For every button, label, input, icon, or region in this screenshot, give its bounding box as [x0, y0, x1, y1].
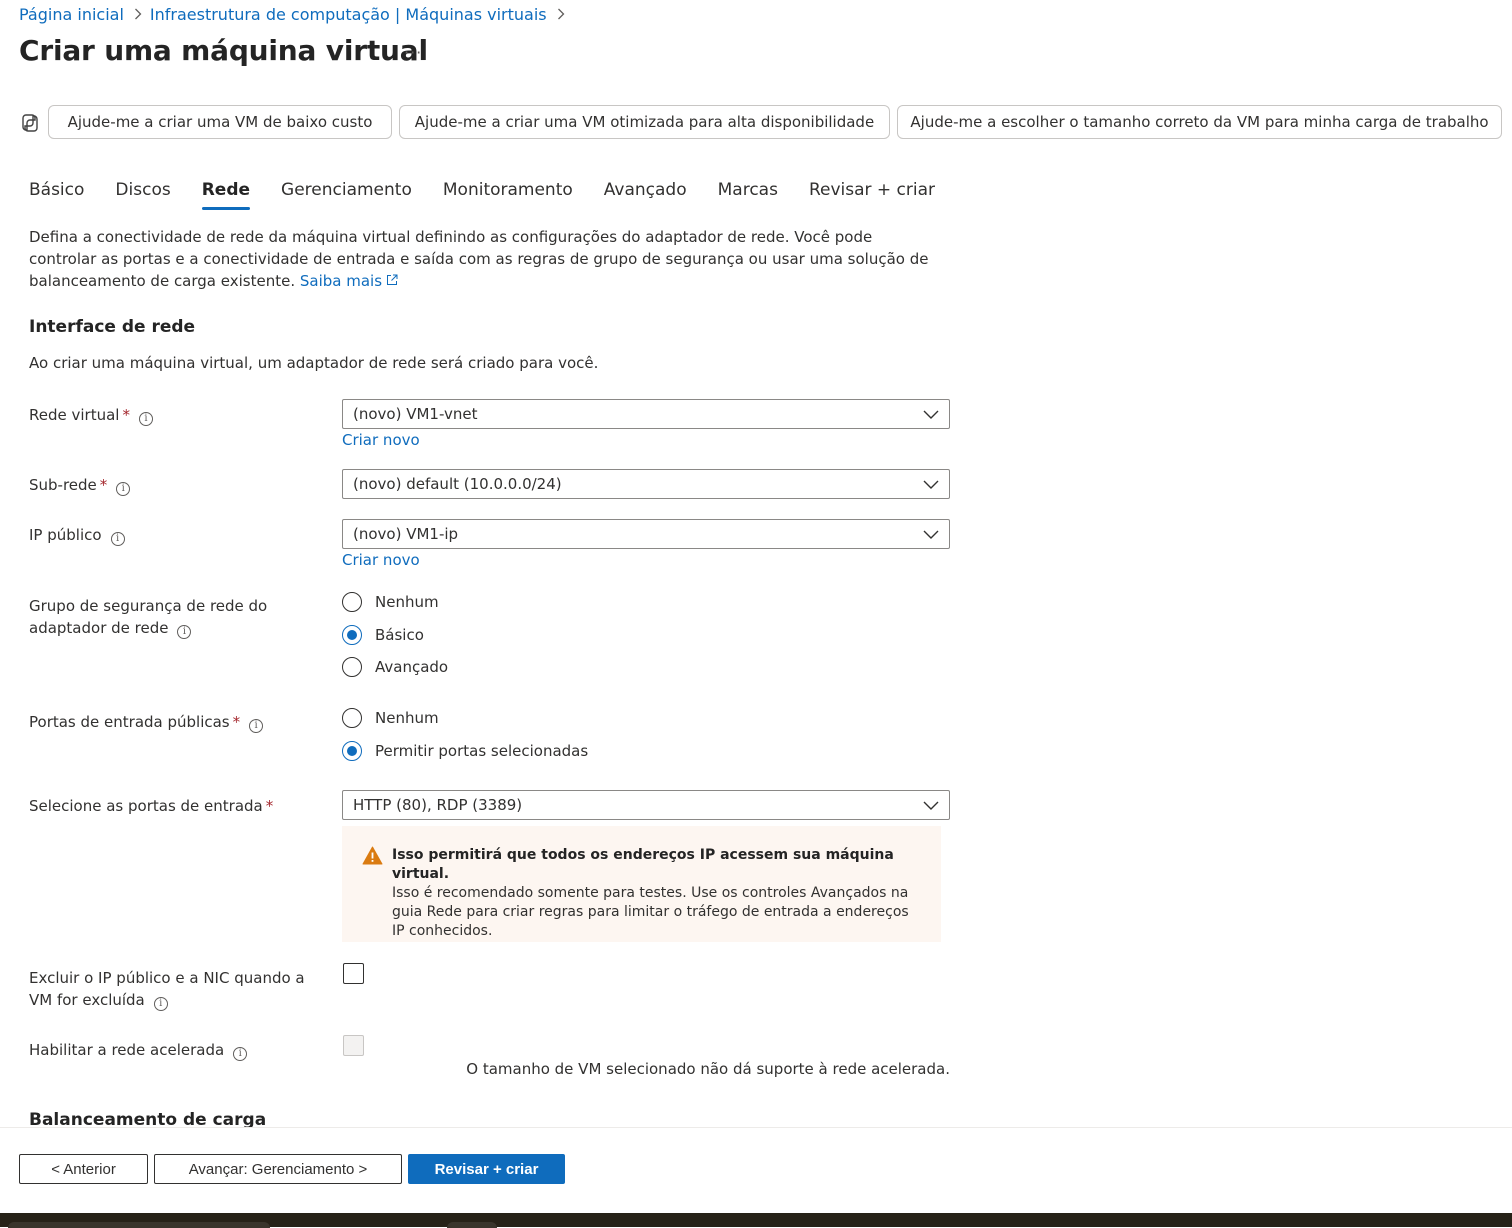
accelerated-networking-label-text: Habilitar a rede acelerada — [29, 1041, 225, 1059]
tab-description: Defina a conectividade de rede da máquin… — [29, 226, 939, 292]
subnet-value: (novo) default (10.0.0.0/24) — [353, 475, 562, 493]
radio-button[interactable] — [342, 657, 362, 677]
description-text: Defina a conectividade de rede da máquin… — [29, 228, 929, 290]
radio-button[interactable] — [342, 592, 362, 612]
radio-label: Básico — [375, 626, 424, 644]
info-icon[interactable]: i — [110, 532, 125, 546]
radio-label: Nenhum — [375, 593, 439, 611]
learn-more-label: Saiba mais — [299, 272, 383, 290]
next-management-button[interactable]: Avançar: Gerenciamento > — [154, 1154, 402, 1184]
required-marker: * — [122, 406, 130, 424]
required-marker: * — [99, 476, 108, 494]
suggest-high-availability-button[interactable]: Ajude-me a criar uma VM otimizada para a… — [399, 105, 890, 139]
tab-avancado[interactable]: Avançado — [604, 176, 687, 210]
accelerated-networking-label: Habilitar a rede acelerada i — [29, 1039, 329, 1061]
tab-discos[interactable]: Discos — [115, 176, 170, 210]
warning-icon — [362, 846, 383, 865]
radio-label: Permitir portas selecionadas — [375, 742, 589, 760]
info-icon[interactable]: i — [116, 482, 131, 496]
taskbar-item[interactable] — [8, 1222, 270, 1228]
subnet-label: Sub-rede * i — [29, 474, 329, 496]
public-ip-label: IP público i — [29, 524, 329, 546]
breadcrumb-vms[interactable]: Infraestrutura de computação | Máquinas … — [150, 5, 547, 24]
copilot-icon — [19, 112, 41, 134]
warning-title: Isso permitirá que todos os endereços IP… — [392, 847, 894, 882]
section-intro: Ao criar uma máquina virtual, um adaptad… — [29, 354, 599, 372]
warning-body: Isso é recomendado somente para testes. … — [392, 885, 909, 939]
inbound-ports-select[interactable]: HTTP (80), RDP (3389) — [342, 790, 950, 820]
create-new-vnet-link[interactable]: Criar novo — [342, 431, 420, 449]
warning-message: Isso permitirá que todos os endereços IP… — [342, 826, 941, 942]
info-icon[interactable]: i — [138, 412, 153, 426]
suggest-low-cost-button[interactable]: Ajude-me a criar uma VM de baixo custo — [48, 105, 392, 139]
inbound-ports-value: HTTP (80), RDP (3389) — [353, 796, 523, 814]
public-ip-label-text: IP público — [29, 526, 102, 544]
radio-button[interactable] — [342, 708, 362, 728]
public-inbound-ports-label-text: Portas de entrada públicas — [29, 713, 230, 731]
breadcrumb-home[interactable]: Página inicial — [19, 5, 124, 24]
learn-more-link[interactable]: Saiba mais — [300, 272, 398, 290]
virtual-network-label: Rede virtual * i — [29, 404, 329, 426]
public-inbound-ports-label: Portas de entrada públicas * i — [29, 711, 329, 733]
chevron-down-icon — [923, 801, 939, 810]
review-create-button[interactable]: Revisar + criar — [408, 1154, 565, 1184]
public-ip-select[interactable]: (novo) VM1-ip — [342, 519, 950, 549]
required-marker: * — [232, 713, 241, 731]
inbound-ports-label: Selecione as portas de entrada * — [29, 795, 329, 817]
nsg-label-text: Grupo de segurança de rede do adaptador … — [29, 597, 268, 637]
nsg-option-advanced[interactable]: Avançado — [342, 655, 448, 679]
section-title-network-interface: Interface de rede — [29, 317, 196, 337]
delete-ip-nic-label: Excluir o IP público e a NIC quando a VM… — [29, 967, 329, 1011]
info-icon[interactable]: i — [177, 625, 192, 639]
info-icon[interactable]: i — [249, 719, 264, 733]
wizard-tabs: Básico Discos Rede Gerenciamento Monitor… — [29, 176, 966, 212]
tab-gerenciamento[interactable]: Gerenciamento — [281, 176, 412, 210]
os-taskbar — [0, 1213, 1512, 1228]
inbound-ports-label-text: Selecione as portas de entrada — [29, 797, 263, 815]
chevron-down-icon — [923, 480, 939, 489]
nsg-option-basic[interactable]: Básico — [342, 623, 424, 647]
create-new-public-ip-link[interactable]: Criar novo — [342, 551, 420, 569]
suggest-vm-size-button[interactable]: Ajude-me a escolher o tamanho correto da… — [897, 105, 1502, 139]
subnet-label-text: Sub-rede — [29, 476, 97, 494]
breadcrumb: Página inicial Infraestrutura de computa… — [19, 2, 573, 26]
more-options-icon[interactable]: ··· — [404, 43, 422, 62]
radio-button-selected[interactable] — [342, 741, 362, 761]
tab-marcas[interactable]: Marcas — [718, 176, 778, 210]
virtual-network-value: (novo) VM1-vnet — [353, 405, 478, 423]
public-ip-value: (novo) VM1-ip — [353, 525, 459, 543]
info-icon[interactable]: i — [233, 1047, 248, 1061]
nsg-label: Grupo de segurança de rede do adaptador … — [29, 595, 269, 639]
subnet-select[interactable]: (novo) default (10.0.0.0/24) — [342, 469, 950, 499]
previous-button[interactable]: < Anterior — [19, 1154, 148, 1184]
tab-basico[interactable]: Básico — [29, 176, 84, 210]
virtual-network-select[interactable]: (novo) VM1-vnet — [342, 399, 950, 429]
delete-ip-nic-checkbox[interactable] — [343, 963, 364, 984]
nsg-option-none[interactable]: Nenhum — [342, 590, 439, 614]
tab-revisar-criar[interactable]: Revisar + criar — [809, 176, 935, 210]
page-title: Criar uma máquina virtual — [19, 34, 428, 67]
external-link-icon — [386, 270, 398, 285]
required-marker: * — [265, 797, 274, 815]
wizard-footer: < Anterior Avançar: Gerenciamento > Revi… — [0, 1127, 1512, 1214]
chevron-down-icon — [923, 530, 939, 539]
taskbar-item[interactable] — [447, 1222, 497, 1228]
chevron-right-icon — [557, 5, 565, 24]
chevron-down-icon — [923, 410, 939, 419]
info-icon[interactable]: i — [153, 997, 168, 1011]
section-title-load-balancing: Balanceamento de carga — [29, 1110, 267, 1127]
tab-monitoramento[interactable]: Monitoramento — [443, 176, 573, 210]
accelerated-networking-note: O tamanho de VM selecionado não dá supor… — [466, 1060, 950, 1078]
virtual-network-label-text: Rede virtual — [29, 406, 120, 424]
inbound-option-none[interactable]: Nenhum — [342, 706, 439, 730]
radio-label: Nenhum — [375, 709, 439, 727]
accelerated-networking-checkbox — [343, 1035, 364, 1056]
inbound-option-allow-selected[interactable]: Permitir portas selecionadas — [342, 739, 588, 763]
radio-button-selected[interactable] — [342, 625, 362, 645]
chevron-right-icon — [134, 5, 142, 24]
radio-label: Avançado — [375, 658, 449, 676]
tab-rede[interactable]: Rede — [201, 176, 251, 210]
